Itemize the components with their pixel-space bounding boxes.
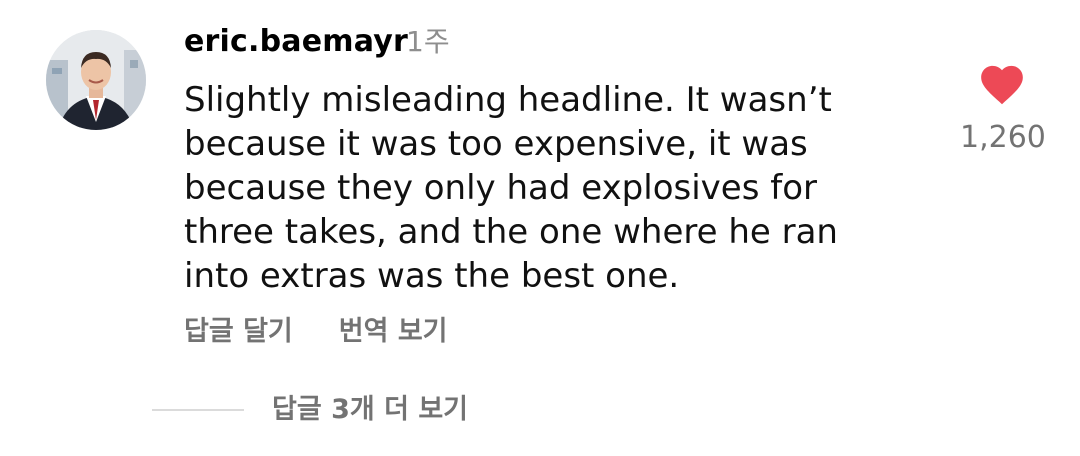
comment-text-line: three takes, and the one where he ran	[184, 212, 838, 252]
comment-actions: 답글 달기 번역 보기	[184, 313, 448, 351]
like-control: 1,260	[960, 60, 1046, 158]
heart-icon[interactable]	[977, 60, 1027, 106]
replies-divider	[152, 409, 244, 411]
like-count: 1,260	[960, 120, 1046, 155]
view-replies-label: 답글 3개 더 보기	[272, 394, 469, 425]
reply-button[interactable]: 답글 달기	[184, 313, 293, 351]
avatar[interactable]	[46, 30, 146, 130]
comment-text-line: Slightly misleading headline. It wasn’t	[184, 80, 832, 120]
comment-text-line: because they only had explosives for	[184, 168, 817, 208]
comment-timestamp: 1주	[406, 25, 450, 58]
translate-button[interactable]: 번역 보기	[339, 313, 448, 351]
comment-text: Slightly misleading headline. It wasn’t …	[184, 78, 904, 298]
comment-text-line: because it was too expensive, it was	[184, 124, 808, 164]
comment-username[interactable]: eric.baemayr	[184, 22, 408, 62]
view-replies-button[interactable]: 답글 3개 더 보기	[152, 390, 468, 430]
comment-text-line: into extras was the best one.	[184, 256, 680, 296]
